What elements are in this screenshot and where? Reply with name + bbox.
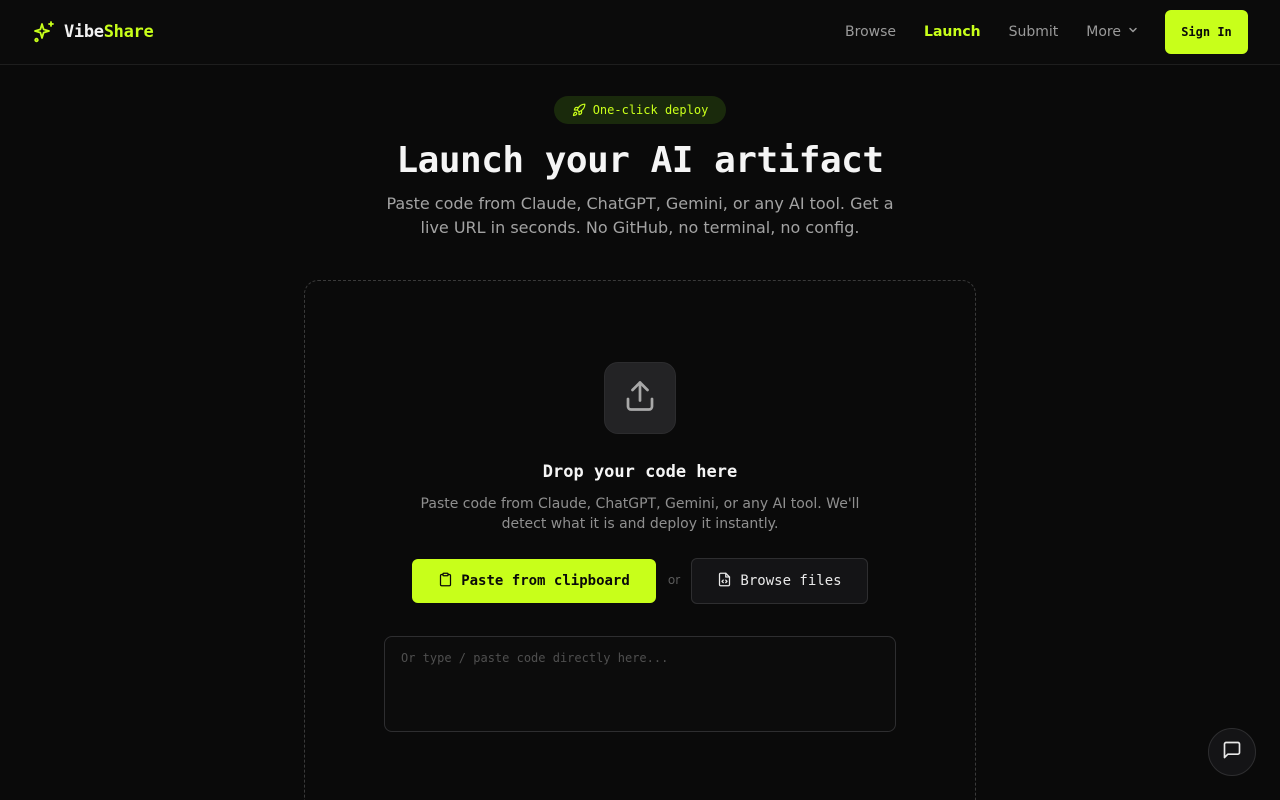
one-click-deploy-badge: One-click deploy (554, 96, 726, 124)
badge-label: One-click deploy (592, 103, 709, 117)
browse-files-button[interactable]: Browse files (691, 558, 868, 604)
page-title: Launch your AI artifact (396, 140, 885, 181)
drop-title: Drop your code here (542, 462, 738, 482)
nav-launch[interactable]: Launch (924, 24, 981, 40)
chat-bubble-icon (1222, 740, 1242, 764)
upload-icon-container (604, 362, 676, 434)
nav-browse[interactable]: Browse (845, 24, 896, 40)
paste-from-clipboard-button[interactable]: Paste from clipboard (412, 559, 656, 603)
code-textarea[interactable] (384, 636, 896, 732)
logo-text: VibeShare (64, 22, 154, 42)
top-navbar: VibeShare Browse Launch Submit More Sign… (0, 0, 1280, 65)
logo[interactable]: VibeShare (32, 20, 154, 44)
drop-description: Paste code from Claude, ChatGPT, Gemini,… (420, 496, 860, 532)
file-code-icon (717, 572, 732, 591)
rocket-icon (572, 103, 586, 117)
upload-icon (622, 378, 658, 418)
page-subtitle: Paste code from Claude, ChatGPT, Gemini,… (386, 194, 894, 237)
paste-button-label: Paste from clipboard (461, 573, 630, 589)
chat-button[interactable] (1208, 728, 1256, 776)
or-separator: or (667, 573, 681, 587)
browse-button-label: Browse files (740, 573, 842, 589)
sparkles-icon (32, 20, 56, 44)
nav-more-dropdown[interactable]: More (1086, 24, 1139, 40)
nav-more-label: More (1086, 24, 1121, 40)
nav-submit[interactable]: Submit (1009, 24, 1059, 40)
chevron-down-icon (1127, 24, 1139, 40)
main-nav: Browse Launch Submit More Sign In (845, 10, 1248, 54)
sign-in-button[interactable]: Sign In (1165, 10, 1248, 54)
clipboard-icon (438, 572, 453, 591)
logo-text-part2: Share (103, 22, 154, 42)
logo-text-part1: Vibe (64, 22, 104, 42)
